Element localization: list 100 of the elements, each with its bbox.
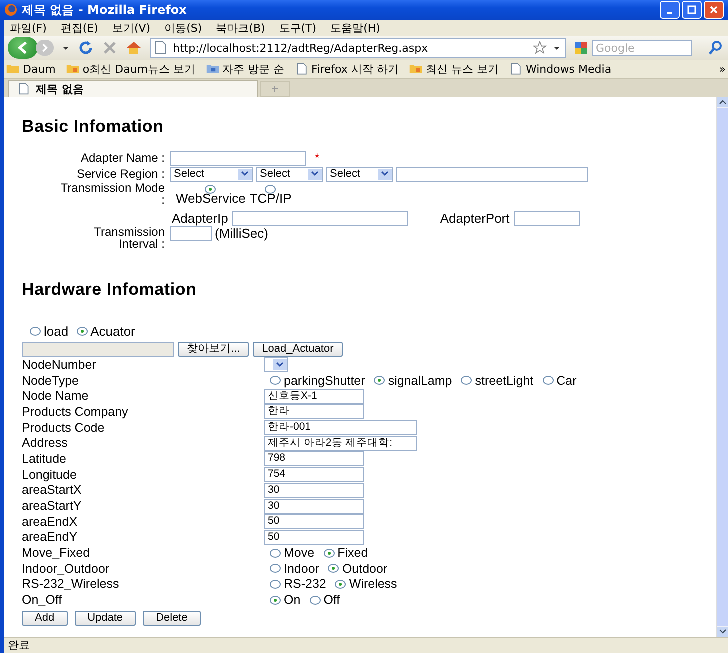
radio-button[interactable]: [270, 548, 281, 558]
vertical-scrollbar[interactable]: [716, 97, 728, 637]
radio-label: Outdoor: [342, 562, 388, 576]
bookmark-item[interactable]: Daum: [6, 62, 56, 76]
field-label: AdapterIp: [172, 210, 228, 226]
menu-item[interactable]: 편집(E): [60, 20, 98, 36]
browser-tab[interactable]: 제목 없음: [8, 80, 258, 97]
select-dropdown[interactable]: [264, 357, 288, 372]
radio-label: WebService: [176, 191, 246, 206]
maximize-button[interactable]: [682, 1, 702, 19]
radio-button[interactable]: [335, 580, 346, 589]
input-field[interactable]: 50: [264, 514, 364, 530]
radio-label: load: [44, 324, 69, 339]
radio-label: RS-232: [284, 577, 326, 592]
input-field[interactable]: [170, 150, 306, 166]
input-field[interactable]: [514, 210, 580, 226]
scroll-up-icon[interactable]: [718, 99, 726, 105]
radio-button[interactable]: [30, 327, 41, 336]
input-field[interactable]: [232, 210, 408, 226]
input-field[interactable]: 한라: [264, 404, 364, 420]
field-label: Move_Fixed: [22, 546, 92, 560]
menu-item[interactable]: 도구(T): [279, 20, 317, 36]
input-field[interactable]: 754: [264, 467, 364, 482]
required-mark: *: [315, 151, 320, 165]
select-dropdown[interactable]: Select: [326, 166, 393, 182]
field-label: Transmission Interval :: [93, 226, 166, 250]
new-tab-button[interactable]: [260, 81, 290, 97]
home-icon[interactable]: [126, 40, 142, 56]
select-dropdown[interactable]: Select: [170, 166, 253, 182]
menu-item[interactable]: 도움말(H): [330, 20, 380, 36]
field-label: NodeType: [22, 374, 80, 388]
input-field[interactable]: 제주시 아라2동 제주대학:: [264, 436, 417, 451]
radio-button[interactable]: [328, 564, 340, 574]
menu-item[interactable]: 보기(V): [112, 20, 151, 36]
radio-button[interactable]: [310, 596, 321, 605]
field-label: Transmission Mode :: [60, 182, 166, 206]
menu-item[interactable]: 북마크(B): [216, 20, 266, 36]
minimize-icon: [667, 12, 673, 14]
bookmark-item[interactable]: o최신 Daum뉴스 보기: [66, 62, 196, 76]
star-icon[interactable]: [533, 41, 547, 55]
radio-button[interactable]: [265, 185, 276, 194]
page-icon: [17, 83, 31, 95]
select-dropdown[interactable]: Select: [256, 166, 323, 182]
input-field[interactable]: [396, 166, 588, 182]
bookmark-item[interactable]: Firefox 시작 하기: [294, 62, 399, 76]
radio-button[interactable]: [270, 580, 281, 589]
action-button[interactable]: Update: [74, 611, 136, 626]
dropdown-icon[interactable]: [553, 44, 561, 52]
search-engine-icon[interactable]: [574, 41, 590, 55]
folder-icon: [6, 63, 20, 75]
radio-button[interactable]: [461, 376, 472, 386]
input-field[interactable]: 30: [264, 482, 364, 498]
more-bookmarks[interactable]: »: [719, 62, 728, 76]
input-field[interactable]: 50: [264, 530, 364, 545]
load-button[interactable]: Load_Actuator: [253, 342, 343, 357]
field-label: areaStartX: [22, 483, 83, 498]
field-label: Latitude: [22, 452, 68, 466]
menu-item[interactable]: 이동(S): [164, 20, 202, 36]
radio-button[interactable]: [374, 376, 386, 386]
input-field[interactable]: 798: [264, 451, 364, 466]
action-button[interactable]: Delete: [143, 611, 201, 626]
field-label: Products Company: [22, 404, 130, 419]
radio-label: signalLamp: [388, 374, 452, 388]
bookmark-item[interactable]: 최신 뉴스 보기: [408, 62, 499, 76]
address-bar[interactable]: http://localhost:2112/adtReg/AdapterReg.aspx: [150, 38, 566, 58]
dropdown-icon[interactable]: [62, 44, 70, 52]
smart-folder-icon: [206, 63, 220, 75]
radio-button[interactable]: [205, 185, 216, 194]
section-heading: Basic Infomation: [22, 117, 165, 137]
input-field[interactable]: 30: [264, 498, 364, 514]
field-label: Service Region :: [76, 168, 166, 180]
input-field[interactable]: 한라-001: [264, 420, 417, 436]
bookmark-item[interactable]: 자주 방문 순: [206, 62, 285, 76]
back-button[interactable]: [8, 37, 38, 59]
forward-button[interactable]: [36, 40, 54, 56]
page-icon: [508, 63, 523, 75]
chevron-down-icon: [311, 171, 319, 177]
radio-button[interactable]: [270, 596, 281, 605]
radio-button[interactable]: [542, 376, 554, 386]
minimize-button[interactable]: [660, 1, 680, 19]
radio-button[interactable]: [76, 327, 88, 336]
firefox-icon: [4, 3, 18, 17]
search-icon[interactable]: [708, 40, 724, 56]
reload-icon[interactable]: [78, 40, 94, 56]
input-field[interactable]: [170, 226, 212, 241]
bookmark-item[interactable]: Windows Media: [508, 62, 612, 76]
browse-button[interactable]: 찾아보기...: [178, 342, 250, 357]
field-label: Products Code: [22, 420, 106, 435]
close-button[interactable]: [704, 1, 724, 19]
action-button[interactable]: Add: [22, 611, 68, 626]
file-path-field[interactable]: [22, 342, 174, 357]
search-field[interactable]: Google: [592, 40, 692, 56]
menu-item[interactable]: 파일(F): [10, 20, 47, 36]
radio-button[interactable]: [270, 376, 281, 386]
radio-button[interactable]: [270, 564, 281, 574]
radio-button[interactable]: [324, 548, 335, 558]
stop-icon[interactable]: [102, 40, 118, 56]
radio-label: Car: [556, 374, 577, 388]
input-field[interactable]: 신호등X-1: [264, 388, 364, 404]
scroll-down-icon[interactable]: [718, 629, 726, 635]
